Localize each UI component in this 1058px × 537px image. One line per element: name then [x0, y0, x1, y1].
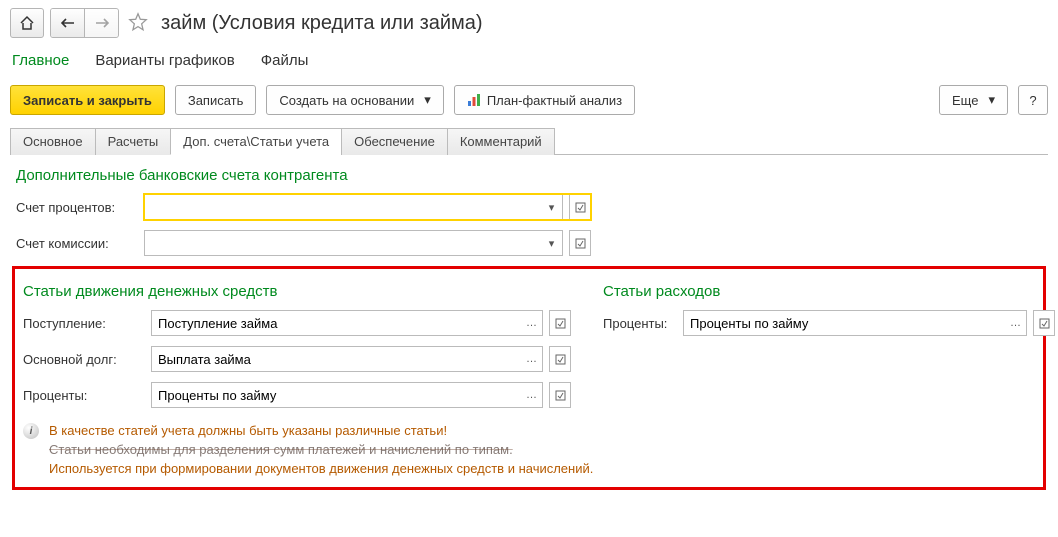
principal-combo: … [151, 346, 571, 372]
exp-interest-label: Проценты: [603, 316, 683, 331]
page-title: займ (Условия кредита или займа) [161, 12, 483, 35]
exp-interest-open[interactable] [1033, 310, 1055, 336]
more-button[interactable]: Еще ▾ [939, 85, 1008, 115]
commission-account-combo: ▾ [144, 230, 591, 256]
tab-files[interactable]: Файлы [261, 52, 309, 69]
subtab-accounts[interactable]: Доп. счета\Статьи учета [170, 128, 342, 155]
principal-label: Основной долг: [23, 352, 151, 367]
highlighted-section: Статьи движения денежных средств Поступл… [12, 266, 1046, 490]
incoming-input[interactable] [151, 310, 521, 336]
interest-account-dropdown[interactable]: ▾ [541, 194, 563, 220]
home-button[interactable] [10, 8, 44, 38]
create-based-on-label: Создать на основании [279, 93, 414, 108]
bank-accounts-section-title: Дополнительные банковские счета контраге… [16, 167, 1042, 184]
incoming-combo: … [151, 310, 571, 336]
principal-open[interactable] [549, 346, 571, 372]
save-and-close-button[interactable]: Записать и закрыть [10, 85, 165, 115]
arrow-left-icon [61, 17, 75, 29]
open-icon [1039, 318, 1050, 329]
interest-open[interactable] [549, 382, 571, 408]
chevron-down-icon: ▾ [424, 92, 431, 108]
save-button[interactable]: Записать [175, 85, 257, 115]
warning-line-1: В качестве статей учета должны быть указ… [49, 422, 593, 441]
tab-main[interactable]: Главное [12, 52, 69, 69]
open-icon [555, 390, 566, 401]
sub-tabs: Основное Расчеты Доп. счета\Статьи учета… [10, 127, 1048, 155]
interest-account-open[interactable] [569, 194, 591, 220]
home-icon [19, 15, 35, 31]
principal-ellipsis[interactable]: … [521, 346, 543, 372]
info-icon: i [23, 423, 39, 439]
warning-line-2: Статьи необходимы для разделения сумм пл… [49, 441, 593, 460]
incoming-open[interactable] [549, 310, 571, 336]
forward-button[interactable] [85, 9, 118, 37]
subtab-calculations[interactable]: Расчеты [95, 128, 172, 155]
chevron-down-icon: ▾ [988, 92, 995, 108]
incoming-label: Поступление: [23, 316, 151, 331]
exp-interest-ellipsis[interactable]: … [1005, 310, 1027, 336]
back-button[interactable] [51, 9, 84, 37]
subtab-collateral[interactable]: Обеспечение [341, 128, 448, 155]
chart-icon [467, 93, 481, 107]
interest-ellipsis[interactable]: … [521, 382, 543, 408]
subtab-comment[interactable]: Комментарий [447, 128, 555, 155]
principal-input[interactable] [151, 346, 521, 372]
interest-input[interactable] [151, 382, 521, 408]
plan-fact-label: План-фактный анализ [487, 93, 622, 108]
main-tabs: Главное Варианты графиков Файлы [10, 48, 1048, 83]
commission-account-label: Счет комиссии: [16, 236, 144, 251]
subtab-main[interactable]: Основное [10, 128, 96, 155]
cashflow-section-title: Статьи движения денежных средств [23, 283, 583, 300]
toolbar: Записать и закрыть Записать Создать на о… [10, 83, 1048, 127]
interest-account-label: Счет процентов: [16, 200, 144, 215]
nav-history-group [50, 8, 119, 38]
plan-fact-analysis-button[interactable]: План-фактный анализ [454, 85, 635, 115]
open-icon [555, 318, 566, 329]
open-icon [575, 238, 586, 249]
interest-account-combo: ▾ [144, 194, 591, 220]
incoming-ellipsis[interactable]: … [521, 310, 543, 336]
warning-line-3: Используется при формировании документов… [49, 460, 593, 479]
exp-interest-input[interactable] [683, 310, 1005, 336]
arrow-right-icon [95, 17, 109, 29]
interest-combo: … [151, 382, 571, 408]
interest-account-input[interactable] [144, 194, 541, 220]
tab-schedules[interactable]: Варианты графиков [95, 52, 234, 69]
open-icon [555, 354, 566, 365]
commission-account-open[interactable] [569, 230, 591, 256]
help-button[interactable]: ? [1018, 85, 1048, 115]
open-icon [575, 202, 586, 213]
commission-account-dropdown[interactable]: ▾ [541, 230, 563, 256]
interest-label: Проценты: [23, 388, 151, 403]
create-based-on-button[interactable]: Создать на основании ▾ [266, 85, 443, 115]
commission-account-input[interactable] [144, 230, 541, 256]
expenses-section-title: Статьи расходов [603, 283, 1055, 300]
more-label: Еще [952, 93, 978, 108]
warning-block: i В качестве статей учета должны быть ук… [23, 422, 1035, 479]
exp-interest-combo: … [683, 310, 1055, 336]
favorite-star-icon[interactable] [127, 11, 149, 36]
